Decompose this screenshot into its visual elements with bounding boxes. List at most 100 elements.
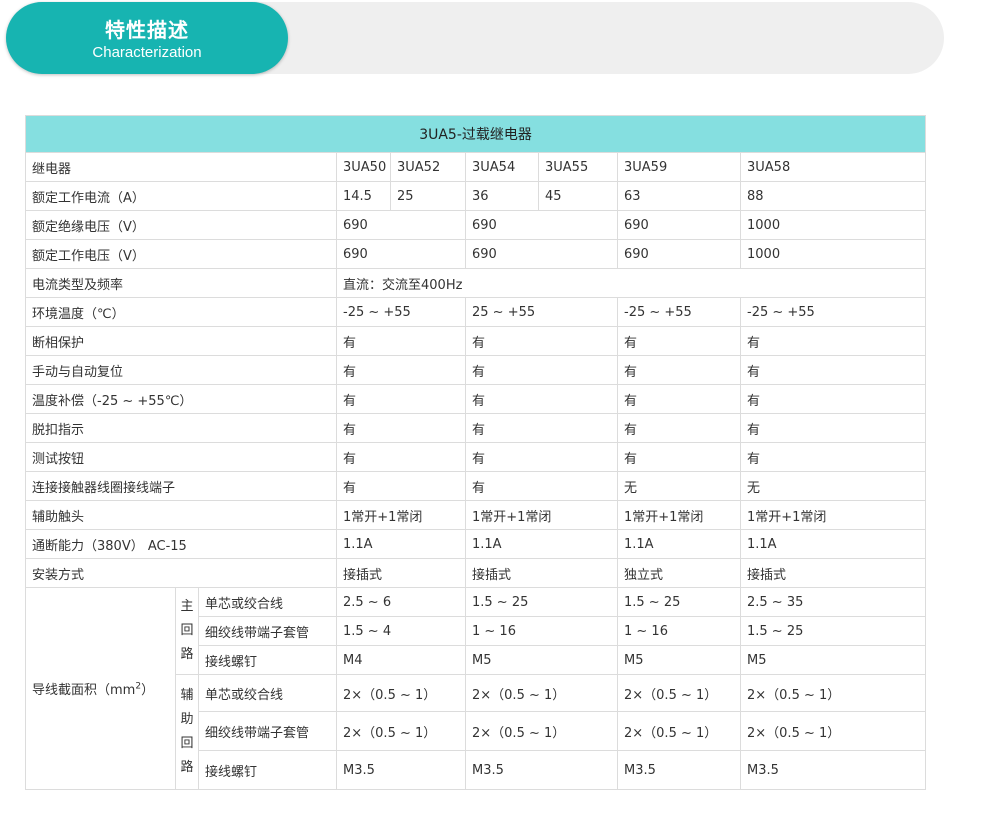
aux-circuit-char: 路: [180, 760, 194, 775]
table-cell: 1常开+1常闭: [465, 500, 618, 530]
table-row: 手动与自动复位 有 有 有 有: [25, 355, 927, 385]
row-label: 电流类型及频率: [25, 268, 337, 298]
row-label: 额定工作电压（V）: [25, 239, 337, 269]
row-label: 脱扣指示: [25, 413, 337, 443]
row-label: 安装方式: [25, 558, 337, 588]
table-cell: M5: [617, 645, 741, 675]
table-cell: 1 ~ 16: [465, 616, 618, 646]
table-cell: 有: [739, 355, 927, 385]
table-cell: 独立式: [617, 558, 741, 588]
table-cell: 有: [739, 326, 927, 356]
table-cell: 3UA50: [336, 152, 391, 182]
table-cell: 3UA54: [465, 152, 539, 182]
row-label: 辅助触头: [25, 500, 337, 530]
cross-section-label: 导线截面积（mm2）: [25, 587, 176, 790]
table-cell: 有: [739, 384, 927, 414]
table-cell: 接插式: [465, 558, 618, 588]
table-cell: 2.5 ~ 6: [336, 587, 466, 617]
table-cell: 1000: [739, 239, 927, 269]
table-row: 额定工作电压（V） 690 690 690 1000: [25, 239, 927, 269]
table-cell: 1.5 ~ 25: [617, 587, 741, 617]
spec-table: 3UA5-过载继电器 继电器 3UA50 3UA52 3UA54 3UA55 3…: [24, 115, 927, 790]
table-cell: 有: [336, 355, 466, 385]
table-cell: 2×（0.5 ~ 1）: [336, 674, 466, 712]
main-circuit-char: 主: [180, 599, 194, 614]
table-cell: 690: [336, 239, 466, 269]
row-label: 接线螺钉: [198, 645, 337, 675]
table-cell: 1 ~ 16: [617, 616, 741, 646]
table-cell: 接插式: [739, 558, 927, 588]
table-cell: 有: [465, 355, 618, 385]
table-cell: M3.5: [336, 750, 466, 790]
table-cell: 2×（0.5 ~ 1）: [739, 674, 927, 712]
table-cell: M3.5: [617, 750, 741, 790]
table-cell: 3UA55: [538, 152, 618, 182]
table-cell: 1.1A: [617, 529, 741, 559]
row-label: 单芯或绞合线: [198, 587, 337, 617]
table-cell: 1.1A: [465, 529, 618, 559]
row-label: 手动与自动复位: [25, 355, 337, 385]
table-cell: -25 ~ +55: [739, 297, 927, 327]
table-cell: -25 ~ +55: [617, 297, 741, 327]
table-cell: 25 ~ +55: [465, 297, 618, 327]
table-cell: 无: [617, 471, 741, 501]
table-cell: 25: [390, 181, 466, 211]
table-cell: 直流：交流至400Hz: [335, 268, 927, 298]
table-cell: -25 ~ +55: [336, 297, 466, 327]
table-cell: 接插式: [336, 558, 466, 588]
row-label: 额定工作电流（A）: [25, 181, 337, 211]
table-cell: 有: [739, 442, 927, 472]
table-cell: 有: [617, 326, 741, 356]
row-label: 通断能力（380V） AC-15: [25, 529, 337, 559]
row-label: 温度补偿（-25 ~ +55℃）: [25, 384, 337, 414]
table-cell: 1.1A: [739, 529, 927, 559]
section-banner: 特性描述 Characterization: [6, 2, 288, 74]
table-cell: 3UA59: [617, 152, 741, 182]
table-row: 通断能力（380V） AC-15 1.1A 1.1A 1.1A 1.1A: [25, 529, 927, 559]
aux-circuit-char: 辅: [180, 688, 194, 703]
table-cell: 有: [465, 384, 618, 414]
table-cell: M5: [739, 645, 927, 675]
table-cell: 有: [336, 384, 466, 414]
table-cell: 有: [617, 442, 741, 472]
banner-title-cn: 特性描述: [105, 18, 189, 42]
row-label: 环境温度（℃）: [25, 297, 337, 327]
aux-circuit-char: 助: [180, 712, 194, 727]
table-cell: 1常开+1常闭: [739, 500, 927, 530]
table-cell: 3UA58: [739, 152, 927, 182]
table-cell: 690: [617, 239, 741, 269]
table-cell: 2.5 ~ 35: [739, 587, 927, 617]
main-circuit-char: 路: [180, 647, 194, 662]
table-cell: 1.1A: [336, 529, 466, 559]
table-cell: 有: [336, 471, 466, 501]
table-cell: 36: [465, 181, 539, 211]
row-label: 细绞线带端子套管: [198, 616, 337, 646]
table-cell: 2×（0.5 ~ 1）: [617, 674, 741, 712]
table-cell: M5: [465, 645, 618, 675]
table-cell: 2×（0.5 ~ 1）: [617, 711, 741, 751]
table-cell: 63: [617, 181, 741, 211]
table-cell: 1.5 ~ 25: [739, 616, 927, 646]
aux-circuit-char: 回: [180, 736, 194, 751]
table-row: 断相保护 有 有 有 有: [25, 326, 927, 356]
table-cell: 2×（0.5 ~ 1）: [465, 674, 618, 712]
table-cell: 无: [739, 471, 927, 501]
table-cell: 14.5: [336, 181, 391, 211]
table-cell: 有: [465, 413, 618, 443]
table-row: 安装方式 接插式 接插式 独立式 接插式: [25, 558, 927, 588]
table-cell: 1常开+1常闭: [336, 500, 466, 530]
row-label: 断相保护: [25, 326, 337, 356]
table-cell: 690: [336, 210, 466, 240]
table-row: 辅助触头 1常开+1常闭 1常开+1常闭 1常开+1常闭 1常开+1常闭: [25, 500, 927, 530]
cross-section-label-prefix: 导线截面积（mm: [32, 683, 136, 698]
table-cell: M3.5: [739, 750, 927, 790]
table-cell: 2×（0.5 ~ 1）: [336, 711, 466, 751]
table-row: 继电器 3UA50 3UA52 3UA54 3UA55 3UA59 3UA58: [25, 152, 927, 182]
table-cell: M4: [336, 645, 466, 675]
main-circuit-label: 主回路: [175, 587, 199, 675]
table-cell: 3UA52: [390, 152, 466, 182]
table-cell: 有: [336, 413, 466, 443]
table-cell: 有: [336, 442, 466, 472]
table-cell: 45: [538, 181, 618, 211]
table-cell: 1000: [739, 210, 927, 240]
